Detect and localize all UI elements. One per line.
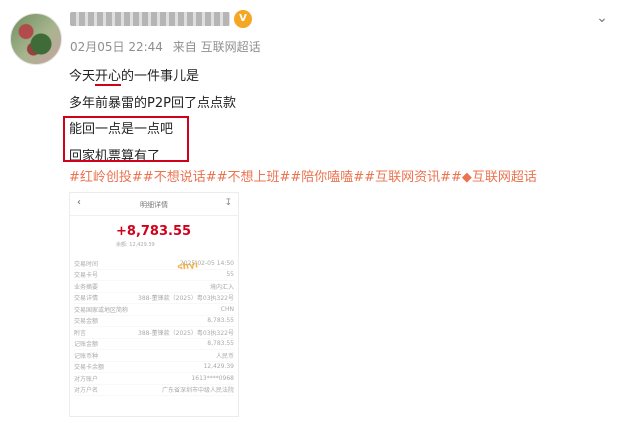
tag-bu-xiang-shang-ban[interactable]: #不想上班# bbox=[217, 170, 291, 185]
tag-bu-xiang-shuo-hua[interactable]: #不想说话# bbox=[143, 170, 217, 185]
screenshot-header: ‹ 明细详情 ↧ bbox=[70, 193, 238, 216]
table-row: 业务摘要 境内汇入 bbox=[74, 281, 234, 293]
post-line-2: 多年前暴雷的P2P回了点点款 bbox=[69, 95, 236, 111]
table-row: 对方账户 1613****0968 bbox=[74, 374, 234, 385]
table-row: 记账币种 人民币 bbox=[74, 350, 234, 362]
screenshot-title: 明细详情 bbox=[140, 201, 168, 209]
table-row: 记账金额 8,783.55 bbox=[74, 340, 234, 350]
table-row: 交易卡余额 12,429.39 bbox=[74, 363, 234, 373]
table-row: 交易时间 2025-02-05 14:50 bbox=[74, 259, 234, 270]
highlight-box bbox=[63, 116, 189, 162]
table-row: 交易金额 8,783.55 bbox=[74, 317, 234, 327]
underlined-word: 开心 bbox=[95, 69, 122, 86]
post-line-1: 今天开心的一件事儿是 bbox=[69, 69, 200, 86]
tag-pei-ni-ke-ke[interactable]: #陪你嗑嗑# bbox=[290, 170, 364, 185]
table-row: 交易国家或地区简称 CHN bbox=[74, 305, 234, 316]
transfer-amount: +8,783.55 bbox=[116, 224, 192, 239]
table-row: 附言 388-董锋款（2025）粤03执322号 bbox=[74, 327, 234, 339]
tag-super-topic[interactable]: 互联网超话 bbox=[472, 170, 537, 185]
tag-hash[interactable]: # bbox=[451, 170, 462, 185]
table-row: 交易详情 388-董锋款（2025）粤03执322号 bbox=[74, 293, 234, 304]
tag-hongling[interactable]: #红岭创投# bbox=[69, 170, 143, 185]
post-meta: 02月05日 22:44 来自 互联网超话 bbox=[70, 38, 267, 55]
hashtag-list: #红岭创投##不想说话##不想上班##陪你嗑嗑##互联网资讯##◆互联网超话 bbox=[69, 166, 537, 185]
table-row: 对方户名 广东省深圳市中级人民法院 bbox=[74, 385, 234, 396]
avatar[interactable] bbox=[10, 13, 62, 65]
post-source[interactable]: 来自 互联网超话 bbox=[173, 40, 261, 54]
table-row: 交易卡号 55 bbox=[74, 271, 234, 281]
tag-hu-lian-wang-zi-xun[interactable]: #互联网资讯# bbox=[364, 170, 451, 185]
balance-label: 余额: 12,429.39 bbox=[116, 242, 155, 248]
post-date[interactable]: 02月05日 22:44 bbox=[70, 40, 163, 54]
attached-screenshot[interactable]: ‹ 明细详情 ↧ +8,783.55 余额: 12,429.39 shyi 交易… bbox=[69, 192, 239, 417]
chevron-down-icon[interactable]: ⌄ bbox=[592, 8, 612, 28]
super-topic-icon: ◆ bbox=[461, 170, 472, 185]
download-icon: ↧ bbox=[224, 198, 232, 208]
vip-badge-icon: V bbox=[234, 10, 252, 28]
username-blurred[interactable] bbox=[70, 12, 230, 26]
detail-rows: 交易时间 2025-02-05 14:50 交易卡号 55 业务摘要 境内汇入 交易详… bbox=[74, 258, 234, 396]
